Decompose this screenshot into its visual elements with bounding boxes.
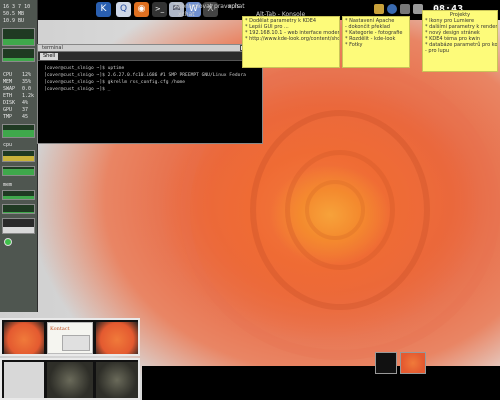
terminal-line: [cover@cust_slnigo ~]$ 2.6.27.0.fc10.i68…: [44, 73, 246, 78]
mini-window-preview[interactable]: [400, 352, 426, 374]
desktop-4-preview[interactable]: [4, 362, 44, 398]
stat-label: ETH: [3, 93, 13, 99]
preview-title: Kontact: [50, 326, 70, 332]
stat-value: 35%: [22, 79, 32, 85]
battery-graph: [2, 166, 35, 176]
terminal-output[interactable]: [cover@cust_slnigo ~]$ uptime [cover@cus…: [38, 61, 262, 93]
tab-shell[interactable]: Shell: [40, 53, 59, 60]
temp-graph: [2, 150, 35, 162]
bottom-panel: [142, 352, 500, 400]
disk-graph: [2, 124, 35, 138]
sticky-note[interactable]: * Dodělat parametry k KDE4 * Lepší GUI p…: [242, 16, 340, 68]
terminal-line: [cover@cust_slnigo ~]$ gkrellm rss_confi…: [44, 80, 186, 85]
monitor-header: 50.5 MB: [3, 11, 25, 17]
stat-label: MEM: [3, 79, 13, 85]
note-line: * Fotky: [345, 42, 363, 48]
terminal-icon[interactable]: >_: [152, 2, 167, 17]
kde-icon[interactable]: K: [96, 2, 111, 17]
note-line: * http://www.kde-look.org/content/show: [245, 36, 340, 42]
desktop-wallpaper: K Q ◉ >_ ✉ W X Zkontrolovat pravopis xch…: [0, 0, 500, 400]
stat-label: SWAP: [3, 86, 16, 92]
preview-window: [62, 335, 90, 351]
note-line: - pro lupu: [425, 48, 450, 54]
folder-tray-icon[interactable]: [374, 4, 384, 14]
mini-window-preview[interactable]: [375, 352, 397, 374]
terminal-line: [cover@cust_slnigo ~]$ uptime: [44, 66, 125, 71]
stat-value: 37: [22, 107, 29, 113]
volume-tray-icon[interactable]: [400, 4, 410, 14]
mem-graph: [2, 190, 35, 200]
terminal-titlebar[interactable]: terminal: [38, 45, 262, 52]
desktop-pager-top[interactable]: Kontact: [0, 318, 140, 356]
desktop-6-preview[interactable]: [96, 362, 138, 398]
firefox-icon[interactable]: ◉: [134, 2, 149, 17]
stat-label: TMP: [3, 114, 13, 120]
status-light-icon[interactable]: [4, 238, 12, 246]
stat-value: 45: [22, 114, 29, 120]
stat-label: DISK: [3, 100, 16, 106]
task-item[interactable]: xchat: [228, 3, 245, 10]
monitor-header: 16 3 7 10: [3, 4, 31, 10]
stat-value: 1.2k: [22, 93, 35, 99]
task-item[interactable]: xchat: [178, 11, 195, 18]
monitor-header: 10.9 BU: [3, 18, 25, 24]
sticky-note-projects[interactable]: Projekty * Ikony pro Lumiere * dalšími p…: [422, 10, 498, 72]
terminal-window[interactable]: terminal Shell [cover@cust_slnigo ~]$ up…: [37, 44, 263, 144]
stat-value: 4%: [22, 100, 29, 106]
terminal-tabbar: Shell: [38, 52, 262, 61]
stat-label: CPU: [3, 72, 13, 78]
konqueror-icon[interactable]: Q: [116, 2, 131, 17]
desktop-3-preview[interactable]: [96, 322, 138, 354]
network-tray-icon[interactable]: [387, 4, 397, 14]
swap-graph: [2, 204, 35, 214]
net-graph: [2, 48, 35, 62]
desktop-5-preview[interactable]: [47, 362, 93, 398]
cpu-label: cpu: [3, 142, 13, 148]
desktop-2-preview[interactable]: Kontact: [47, 322, 93, 354]
stat-value: 0.0: [22, 86, 32, 92]
power-graph: [2, 218, 35, 234]
window-title: terminal: [42, 45, 63, 51]
stat-label: GPU: [3, 107, 13, 113]
system-monitor-panel: 16 3 7 10 50.5 MB 10.9 BU CPU 12% MEM 35…: [0, 0, 38, 312]
terminal-line: [cover@cust_slnigo ~]$ _: [44, 87, 111, 92]
stat-value: 12%: [22, 72, 32, 78]
sticky-note[interactable]: * Nastavení Apache - dokončit překlad * …: [342, 16, 410, 68]
desktop-1-preview[interactable]: [4, 322, 44, 354]
cpu-graph: [2, 28, 35, 46]
mem-label: mem: [3, 182, 13, 188]
desktop-pager-bottom[interactable]: [0, 358, 140, 400]
